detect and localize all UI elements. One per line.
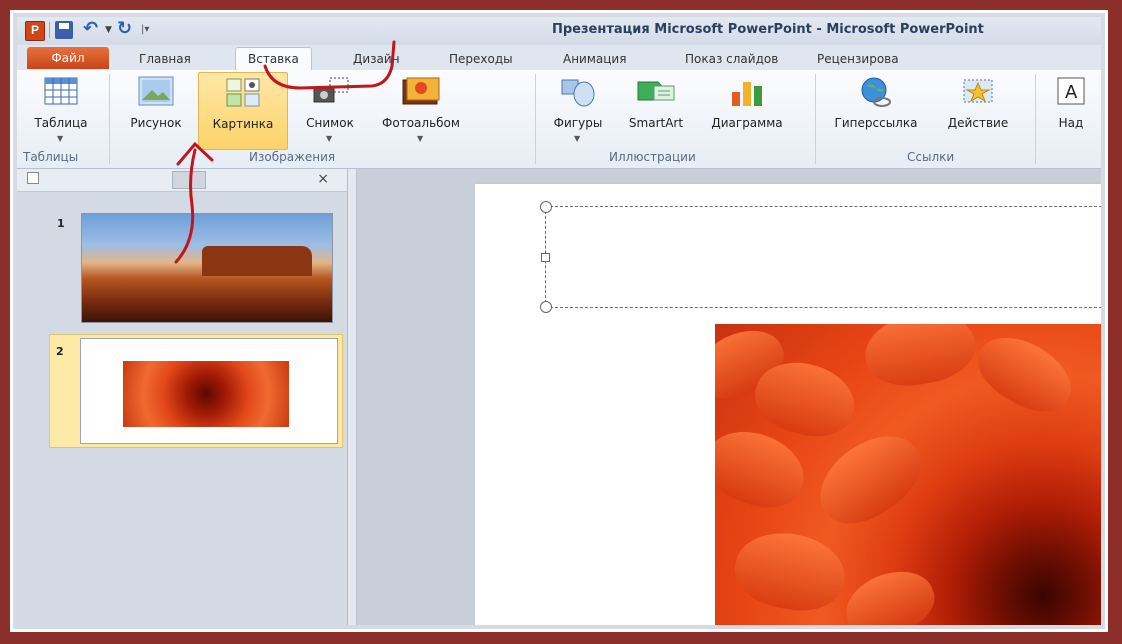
tab-home[interactable]: Главная: [139, 49, 191, 69]
picture-button[interactable]: Рисунок: [115, 72, 197, 148]
hyperlink-button-label: Гиперссылка: [834, 116, 918, 130]
chevron-down-icon: ▼: [574, 134, 581, 143]
tab-insert[interactable]: Вставка: [235, 47, 312, 71]
tab-slideshow[interactable]: Показ слайдов: [685, 49, 778, 69]
chart-icon: [732, 82, 762, 106]
outer-frame: P ↶ ▼ ↻ |▾ Презентация Microsoft PowerPo…: [0, 0, 1122, 644]
table-icon: [44, 77, 78, 105]
textbox-button[interactable]: A Над: [1041, 72, 1101, 148]
screenshot-button-label: Снимок: [306, 116, 354, 130]
group-label-links: Ссылки: [907, 150, 955, 164]
textbox-button-label: Над: [1058, 116, 1084, 130]
slide-thumbnail-2[interactable]: [80, 338, 338, 444]
picture-icon: [138, 76, 174, 106]
chart-button[interactable]: Диаграмма: [699, 72, 795, 148]
slides-pane-header: ×: [17, 169, 347, 192]
clipart-button-label: Картинка: [212, 117, 274, 131]
customize-toolbar-icon[interactable]: |▾: [141, 21, 159, 39]
hyperlink-button[interactable]: Гиперссылка: [821, 72, 931, 148]
resize-handle[interactable]: [540, 301, 552, 313]
action-button-label: Действие: [947, 116, 1009, 130]
ribbon-tabs: Файл Главная Вставка Дизайн Переходы Ани…: [17, 45, 1101, 71]
tab-review[interactable]: Рецензирова: [817, 49, 899, 69]
group-separator: [535, 74, 536, 164]
group-separator: [109, 74, 110, 164]
desert-landscape-image: [202, 246, 312, 276]
tab-file[interactable]: Файл: [27, 47, 109, 69]
clipart-icon: [226, 78, 260, 107]
pane-splitter[interactable]: [348, 169, 357, 625]
shapes-button-label: Фигуры: [553, 116, 603, 130]
save-icon[interactable]: [55, 21, 73, 39]
flower-picture[interactable]: [715, 324, 1101, 625]
group-separator: [815, 74, 816, 164]
chevron-down-icon: ▼: [417, 134, 424, 143]
action-icon: [963, 79, 993, 103]
tab-transitions[interactable]: Переходы: [449, 49, 513, 69]
screenshot-button[interactable]: Снимок ▼: [289, 72, 371, 148]
group-separator: [1035, 74, 1036, 164]
tab-design[interactable]: Дизайн: [353, 49, 400, 69]
table-button[interactable]: Таблица ▼: [21, 72, 101, 148]
smartart-button-label: SmartArt: [628, 116, 684, 130]
group-label-illustrations: Иллюстрации: [609, 150, 696, 164]
title-bar: P ↶ ▼ ↻ |▾ Презентация Microsoft PowerPo…: [17, 17, 1101, 45]
slide-thumbnail-2-selected[interactable]: 2: [49, 334, 343, 448]
shapes-icon: [561, 79, 595, 107]
slide-editor: [357, 169, 1101, 625]
slide-number: 1: [57, 217, 65, 230]
orange-flower-image: [123, 361, 289, 427]
title-placeholder[interactable]: [540, 201, 1101, 313]
clipart-button[interactable]: Картинка: [198, 72, 288, 150]
toolbar-separator: [49, 22, 50, 38]
smartart-button[interactable]: SmartArt: [615, 72, 697, 148]
photo-album-button-label: Фотоальбом: [382, 116, 460, 130]
window-title: Презентация Microsoft PowerPoint - Micro…: [552, 22, 984, 37]
screenshot-icon: [313, 77, 349, 103]
current-slide: [475, 184, 1101, 625]
tab-animations[interactable]: Анимация: [563, 49, 626, 69]
slides-tab-icon[interactable]: [27, 172, 39, 184]
chevron-down-icon: ▼: [326, 134, 333, 143]
slide-number: 2: [56, 345, 64, 358]
slides-pane: × 1 2: [17, 169, 348, 625]
photo-album-button[interactable]: Фотоальбом ▼: [373, 72, 469, 148]
chevron-down-icon: ▼: [57, 134, 64, 143]
resize-handle[interactable]: [540, 201, 552, 213]
slide-thumbnail-1[interactable]: [81, 213, 333, 323]
action-button[interactable]: Действие: [933, 72, 1023, 148]
photo-album-icon: [402, 77, 440, 105]
svg-text:A: A: [1065, 82, 1078, 103]
group-label-images: Изображения: [249, 150, 336, 164]
outline-tab[interactable]: [172, 171, 206, 189]
textbox-icon: A: [1057, 77, 1085, 105]
table-button-label: Таблица: [34, 116, 88, 130]
smartart-icon: [637, 81, 675, 101]
powerpoint-window: P ↶ ▼ ↻ |▾ Презентация Microsoft PowerPo…: [17, 17, 1101, 625]
powerpoint-logo-icon[interactable]: P: [25, 21, 45, 41]
redo-icon[interactable]: ↻: [117, 20, 135, 39]
close-icon[interactable]: ×: [317, 171, 329, 187]
picture-button-label: Рисунок: [130, 116, 182, 130]
group-label-tables: Таблицы: [23, 150, 79, 164]
ribbon: Таблица ▼ Таблицы Рисунок Картинка Снимо…: [17, 70, 1101, 169]
resize-handle[interactable]: [541, 253, 550, 262]
undo-icon[interactable]: ↶: [83, 20, 101, 39]
shapes-button[interactable]: Фигуры ▼: [542, 72, 614, 148]
chart-button-label: Диаграмма: [711, 116, 783, 130]
hyperlink-icon: [861, 77, 891, 107]
